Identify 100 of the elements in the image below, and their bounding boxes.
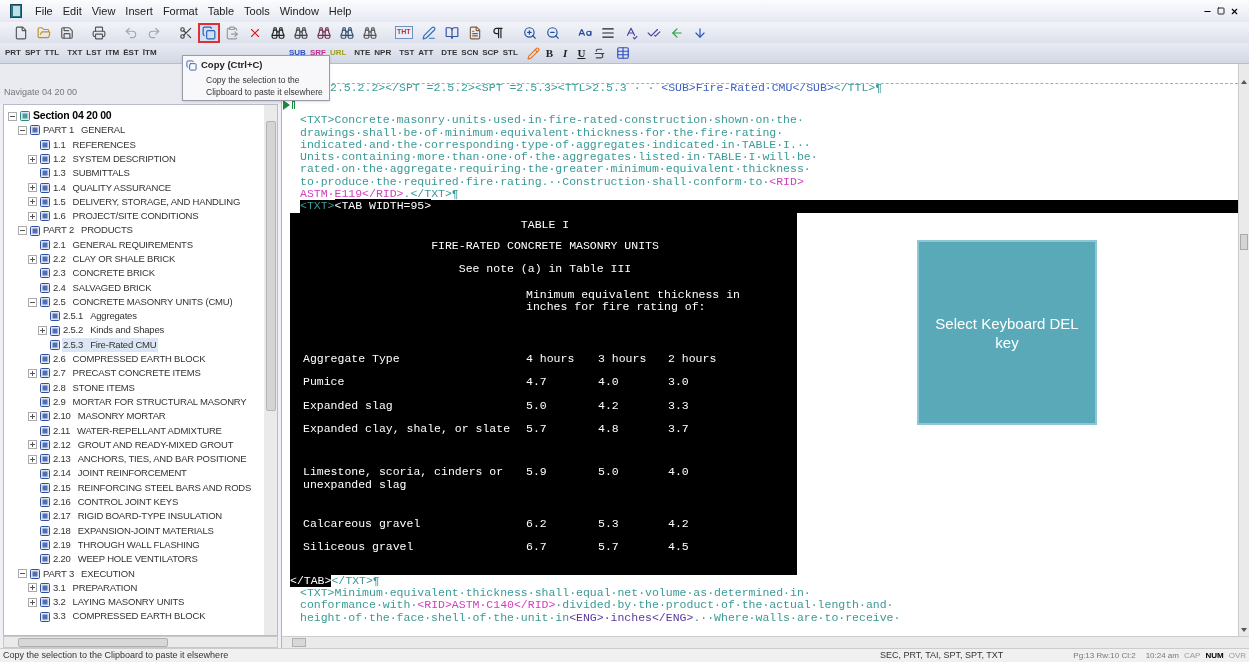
collapse-icon[interactable]	[28, 297, 37, 307]
tree-item[interactable]: PART 2 PRODUCTS	[42, 223, 134, 238]
tree-item[interactable]: PART 3 EXECUTION	[42, 566, 136, 581]
code-line: ASTM·E119</RID>.</TXT>¶	[300, 188, 460, 201]
tag-button[interactable]: PRT	[4, 47, 22, 59]
tree-item[interactable]: 2.13 ANCHORS, TIES, AND BAR POSITIONE	[52, 452, 248, 467]
close-icon[interactable]	[1230, 6, 1239, 16]
tree-item[interactable]: 2.14 JOINT REINFORCEMENT	[52, 466, 188, 481]
tag-button[interactable]: TST	[398, 47, 416, 59]
menu-item[interactable]: Format	[157, 2, 203, 20]
tag-button[interactable]: NTE	[353, 47, 372, 59]
table-icon[interactable]	[616, 46, 631, 60]
tag-button[interactable]: TXT	[66, 47, 84, 59]
tree-item[interactable]: PART 1 GENERAL	[42, 123, 127, 138]
tree-item[interactable]: 1.1 REFERENCES	[52, 137, 137, 152]
menu-item[interactable]: Table	[202, 2, 239, 20]
menu-item[interactable]: Help	[323, 2, 357, 20]
tree-item[interactable]: 2.5.2 Kinds and Shapes	[62, 323, 166, 338]
scroll-down-icon[interactable]	[1241, 628, 1247, 632]
tag-button[interactable]: ITM	[104, 47, 121, 59]
tag-button[interactable]: SPT	[24, 47, 42, 59]
tag-button[interactable]: TTL	[43, 47, 61, 59]
tree-item[interactable]: 3.2 LAYING MASONRY UNITS	[52, 595, 186, 610]
tree-item[interactable]: 2.15 REINFORCING STEEL BARS AND RODS	[52, 480, 253, 495]
expand-icon[interactable]	[28, 154, 37, 164]
collapse-icon[interactable]	[8, 111, 17, 121]
tree-item[interactable]: 2.5 CONCRETE MASONRY UNITS (CMU)	[52, 294, 234, 310]
tag-button[interactable]: ATT	[417, 47, 435, 59]
tree-item[interactable]: 3.3 COMPRESSED EARTH BLOCK	[52, 609, 207, 624]
table-cell-text: 5.0	[598, 466, 620, 481]
tree-item[interactable]: 2.17 RIGID BOARD-TYPE INSULATION	[52, 509, 224, 524]
scrollbar[interactable]	[282, 636, 1249, 648]
menu-item[interactable]: File	[30, 2, 58, 20]
tree-item[interactable]: 1.6 PROJECT/SITE CONDITIONS	[52, 209, 200, 224]
tree-item[interactable]: 3.1 PREPARATION	[52, 580, 139, 596]
menu-item[interactable]: Insert	[120, 2, 158, 20]
tree-item[interactable]: 2.5.1 Aggregates	[62, 309, 138, 324]
menu-item[interactable]: View	[86, 2, 121, 20]
tree-item[interactable]: 2.10 MASONRY MORTAR	[52, 409, 167, 424]
scrollbar[interactable]	[1238, 64, 1249, 636]
format-button[interactable]: I	[559, 44, 572, 62]
format-button[interactable]: U	[573, 44, 590, 62]
tag-button[interactable]: ĪTM	[141, 47, 158, 59]
tree-item[interactable]: 2.18 EXPANSION-JOINT MATERIALS	[52, 523, 215, 538]
expand-icon[interactable]	[28, 183, 37, 193]
tree-item[interactable]: 2.8 STONE ITEMS	[52, 380, 136, 395]
tag-button[interactable]: SCP	[481, 47, 500, 59]
tag-button[interactable]: SUB	[288, 47, 307, 59]
expand-icon[interactable]	[28, 454, 37, 464]
menu-item[interactable]: Edit	[57, 2, 87, 20]
tag-button[interactable]: NPR	[373, 47, 393, 59]
expand-icon[interactable]	[28, 411, 37, 421]
tree-item[interactable]: 2.4 SALVAGED BRICK	[52, 280, 153, 295]
tag-button[interactable]: ĒST	[122, 47, 140, 59]
expand-icon[interactable]	[28, 583, 37, 593]
tree-item[interactable]: 1.5 DELIVERY, STORAGE, AND HANDLING	[52, 194, 242, 210]
expand-icon[interactable]	[28, 197, 37, 207]
expand-icon[interactable]	[28, 254, 37, 264]
tree-item[interactable]: 2.2 CLAY OR SHALE BRICK	[52, 252, 177, 267]
expand-icon[interactable]	[28, 440, 37, 450]
expand-icon[interactable]	[28, 597, 37, 607]
scrollbar[interactable]	[3, 636, 278, 648]
scroll-up-icon[interactable]	[1241, 80, 1247, 84]
collapse-icon[interactable]	[18, 226, 27, 235]
code-line: to·produce·the·required·fire·rating.··Construction·shall·conform·to·<RID>	[300, 175, 805, 189]
menu-item[interactable]: Tools	[239, 2, 275, 20]
key-indicator: NUM	[1205, 649, 1224, 662]
tree-item[interactable]: 2.7 PRECAST CONCRETE ITEMS	[52, 366, 202, 381]
scrollbar[interactable]	[264, 105, 277, 635]
restore-icon[interactable]	[1217, 7, 1225, 15]
tree-item[interactable]: 2.9 MORTAR FOR STRUCTURAL MASONRY	[52, 394, 248, 410]
tree-item[interactable]: 2.16 CONTROL JOINT KEYS	[52, 495, 180, 510]
collapse-icon[interactable]	[18, 569, 27, 579]
tree-item[interactable]: 2.19 THROUGH WALL FLASHING	[52, 537, 201, 553]
tree-item[interactable]: 2.5.3 Fire-Rated CMU	[62, 337, 158, 352]
scroll-thumb[interactable]	[1240, 234, 1248, 250]
tag-button[interactable]: LST	[85, 47, 103, 59]
expand-icon[interactable]	[28, 211, 37, 221]
tree-item[interactable]: 1.3 SUBMITTALS	[52, 166, 131, 181]
tree-item[interactable]: 2.12 GROUT AND READY-MIXED GROUT	[52, 437, 235, 453]
printer-icon	[92, 25, 106, 40]
tag-button[interactable]: SRF	[308, 47, 327, 59]
tree-item[interactable]: 1.4 QUALITY ASSURANCE	[52, 180, 172, 195]
tag-button[interactable]: SCN	[460, 47, 480, 59]
tree-item[interactable]: Section 04 20 00	[32, 108, 113, 125]
tree-item[interactable]: 2.6 COMPRESSED EARTH BLOCK	[52, 352, 207, 367]
tree-item[interactable]: 2.1 GENERAL REQUIREMENTS	[52, 237, 194, 252]
strikethrough-icon[interactable]	[593, 46, 607, 60]
menu-item[interactable]: Window	[274, 2, 324, 20]
collapse-icon[interactable]	[18, 125, 27, 135]
tag-button[interactable]: DTE	[440, 47, 459, 59]
tag-button[interactable]: STL	[501, 47, 519, 59]
expand-icon[interactable]	[38, 326, 47, 336]
tree-item[interactable]: 1.2 SYSTEM DESCRIPTION	[52, 151, 177, 167]
tree-item[interactable]: 2.20 WEEP HOLE VENTILATORS	[52, 552, 199, 567]
tree-item[interactable]: 2.3 CONCRETE BRICK	[52, 266, 156, 281]
tree-item[interactable]: 2.11 WATER-REPELLANT ADMIXTURE	[52, 423, 223, 438]
expand-icon[interactable]	[28, 369, 37, 378]
format-button[interactable]: B	[541, 44, 558, 62]
pencil-icon[interactable]	[526, 46, 540, 60]
